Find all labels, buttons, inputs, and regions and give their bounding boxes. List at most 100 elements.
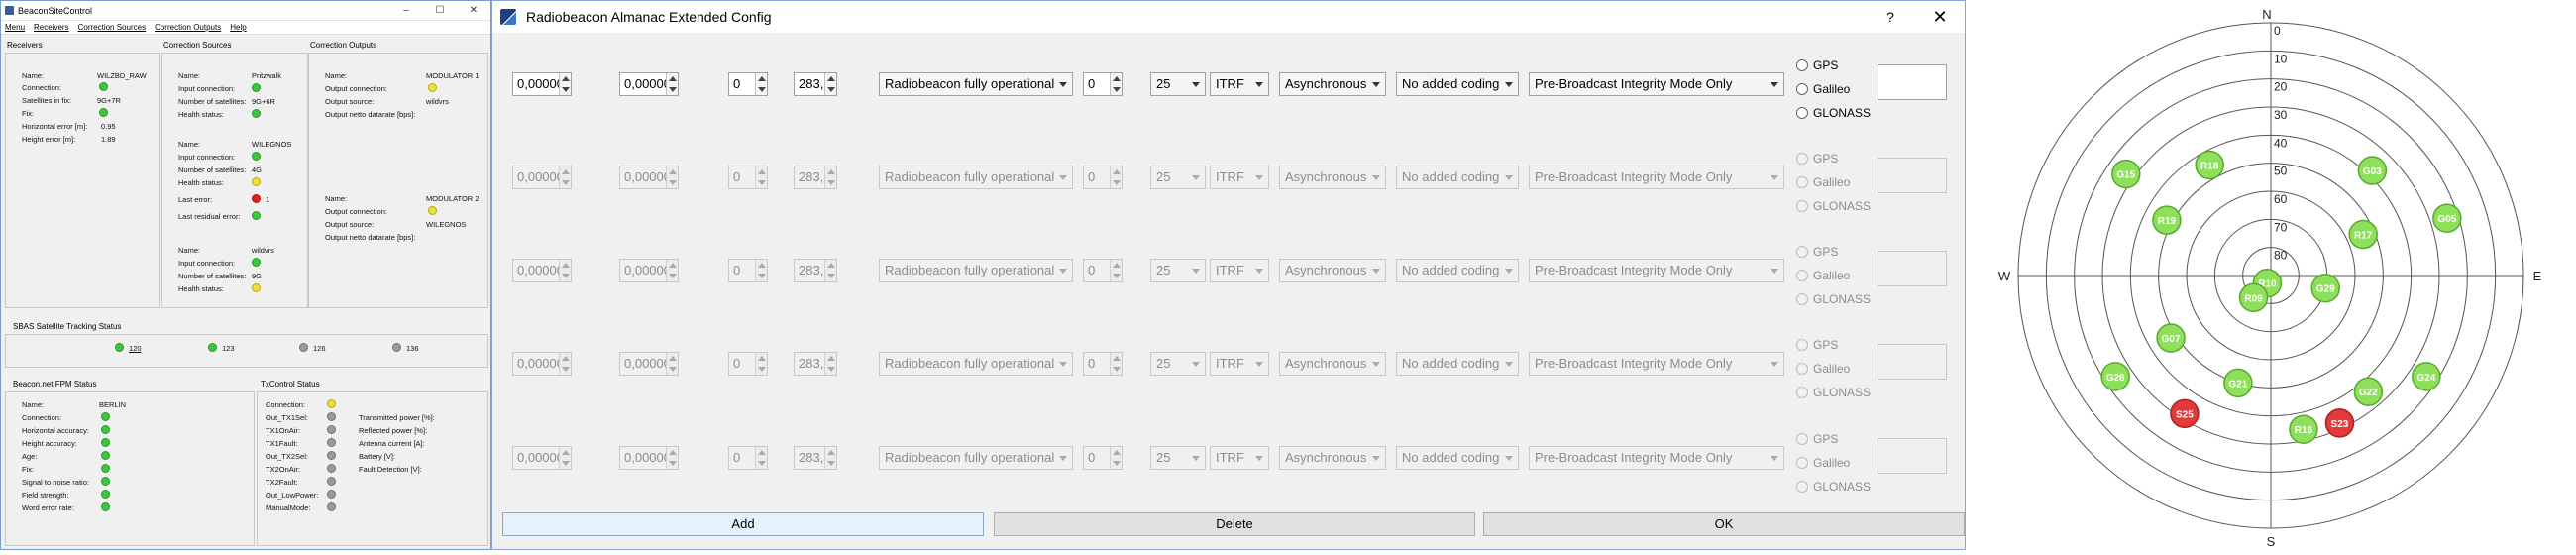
spin-arrows-icon[interactable] [824, 166, 836, 188]
sync-combo[interactable]: Asynchronous [1279, 259, 1386, 282]
frequency-spinbox[interactable]: 283,5 [794, 446, 837, 470]
coding-combo[interactable]: No added coding [1396, 166, 1519, 189]
gps-radio[interactable]: GPS [1796, 58, 1838, 72]
spin-arrows-icon[interactable] [1110, 447, 1122, 469]
spin-arrows-icon[interactable] [1110, 260, 1122, 281]
reference-frame-combo[interactable]: ITRF [1210, 166, 1269, 189]
longitude-spinbox[interactable]: 0,000000 [619, 446, 679, 470]
spin-arrows-icon[interactable] [1110, 73, 1122, 95]
coding-combo[interactable]: No added coding [1396, 446, 1519, 470]
health-combo[interactable]: Radiobeacon fully operational [879, 166, 1073, 189]
longitude-spinbox[interactable]: 0,000000 [619, 259, 679, 282]
latitude-spinbox[interactable]: 0,000000 [512, 259, 572, 282]
frequency-spinbox[interactable]: 283,5 [794, 166, 837, 189]
coding-combo[interactable]: No added coding [1396, 259, 1519, 282]
spin-arrows-icon[interactable] [559, 166, 571, 188]
health-combo[interactable]: Radiobeacon fully operational [879, 72, 1073, 96]
number-spinbox[interactable]: 0 [1083, 259, 1123, 282]
gps-radio[interactable]: GPS [1796, 152, 1838, 166]
longitude-spinbox[interactable]: 0,000000 [619, 166, 679, 189]
spin-arrows-icon[interactable] [666, 260, 678, 281]
extra-field[interactable] [1878, 438, 1947, 474]
number-spinbox[interactable]: 0 [1083, 352, 1123, 376]
station-id-spinbox[interactable]: 0 [728, 446, 768, 470]
menu-correction-sources[interactable]: Correction Sources [78, 23, 146, 32]
reference-frame-combo[interactable]: ITRF [1210, 72, 1269, 96]
number-spinbox[interactable]: 0 [1083, 72, 1123, 96]
sbas-label-120[interactable]: 120 [129, 344, 142, 353]
spin-arrows-icon[interactable] [559, 260, 571, 281]
menu-menu[interactable]: Menu [5, 23, 25, 32]
add-button[interactable]: Add [502, 512, 984, 536]
gps-radio[interactable]: GPS [1796, 245, 1838, 259]
spin-arrows-icon[interactable] [559, 353, 571, 375]
longitude-spinbox[interactable]: 0,000000 [619, 352, 679, 376]
reference-frame-combo[interactable]: ITRF [1210, 259, 1269, 282]
maximize-icon[interactable]: ☐ [423, 5, 457, 16]
spin-arrows-icon[interactable] [824, 447, 836, 469]
integrity-combo[interactable]: Pre-Broadcast Integrity Mode Only [1529, 259, 1784, 282]
coding-combo[interactable]: No added coding [1396, 72, 1519, 96]
gps-radio[interactable]: GPS [1796, 432, 1838, 446]
spin-arrows-icon[interactable] [755, 166, 767, 188]
galileo-radio[interactable]: Galileo [1796, 82, 1850, 96]
station-id-spinbox[interactable]: 0 [728, 166, 768, 189]
minimize-icon[interactable]: – [389, 5, 423, 16]
spin-arrows-icon[interactable] [559, 447, 571, 469]
integrity-combo[interactable]: Pre-Broadcast Integrity Mode Only [1529, 166, 1784, 189]
spin-arrows-icon[interactable] [1110, 353, 1122, 375]
sync-combo[interactable]: Asynchronous [1279, 352, 1386, 376]
bitrate-combo[interactable]: 25 [1150, 72, 1206, 96]
latitude-spinbox[interactable]: 0,000000 [512, 352, 572, 376]
glonass-radio[interactable]: GLONASS [1796, 480, 1871, 494]
spin-arrows-icon[interactable] [559, 73, 571, 95]
menu-receivers[interactable]: Receivers [34, 23, 69, 32]
menu-help[interactable]: Help [230, 23, 246, 32]
spin-arrows-icon[interactable] [755, 447, 767, 469]
delete-button[interactable]: Delete [994, 512, 1475, 536]
frequency-spinbox[interactable]: 283,5 [794, 72, 837, 96]
gps-radio[interactable]: GPS [1796, 338, 1838, 352]
galileo-radio[interactable]: Galileo [1796, 362, 1850, 376]
spin-arrows-icon[interactable] [1110, 166, 1122, 188]
spin-arrows-icon[interactable] [666, 447, 678, 469]
extra-field[interactable] [1878, 64, 1947, 100]
help-button[interactable]: ? [1866, 9, 1915, 25]
bitrate-combo[interactable]: 25 [1150, 446, 1206, 470]
glonass-radio[interactable]: GLONASS [1796, 292, 1871, 306]
spin-arrows-icon[interactable] [755, 260, 767, 281]
reference-frame-combo[interactable]: ITRF [1210, 446, 1269, 470]
bitrate-combo[interactable]: 25 [1150, 352, 1206, 376]
galileo-radio[interactable]: Galileo [1796, 269, 1850, 282]
spin-arrows-icon[interactable] [666, 353, 678, 375]
sync-combo[interactable]: Asynchronous [1279, 166, 1386, 189]
menu-correction-outputs[interactable]: Correction Outputs [155, 23, 221, 32]
coding-combo[interactable]: No added coding [1396, 352, 1519, 376]
sync-combo[interactable]: Asynchronous [1279, 446, 1386, 470]
station-id-spinbox[interactable]: 0 [728, 259, 768, 282]
spin-arrows-icon[interactable] [666, 166, 678, 188]
spin-arrows-icon[interactable] [824, 260, 836, 281]
station-id-spinbox[interactable]: 0 [728, 352, 768, 376]
latitude-spinbox[interactable]: 0,000000 [512, 446, 572, 470]
galileo-radio[interactable]: Galileo [1796, 456, 1850, 470]
spin-arrows-icon[interactable] [824, 73, 836, 95]
glonass-radio[interactable]: GLONASS [1796, 386, 1871, 399]
spin-arrows-icon[interactable] [755, 73, 767, 95]
latitude-spinbox[interactable]: 0,000000 [512, 72, 572, 96]
extra-field[interactable] [1878, 251, 1947, 286]
spin-arrows-icon[interactable] [666, 73, 678, 95]
latitude-spinbox[interactable]: 0,000000 [512, 166, 572, 189]
bitrate-combo[interactable]: 25 [1150, 259, 1206, 282]
bitrate-combo[interactable]: 25 [1150, 166, 1206, 189]
ok-button[interactable]: OK [1483, 512, 1965, 536]
glonass-radio[interactable]: GLONASS [1796, 199, 1871, 213]
station-id-spinbox[interactable]: 0 [728, 72, 768, 96]
integrity-combo[interactable]: Pre-Broadcast Integrity Mode Only [1529, 446, 1784, 470]
frequency-spinbox[interactable]: 283,5 [794, 259, 837, 282]
sync-combo[interactable]: Asynchronous [1279, 72, 1386, 96]
close-icon[interactable]: ✕ [457, 5, 490, 16]
health-combo[interactable]: Radiobeacon fully operational [879, 446, 1073, 470]
integrity-combo[interactable]: Pre-Broadcast Integrity Mode Only [1529, 72, 1784, 96]
galileo-radio[interactable]: Galileo [1796, 175, 1850, 189]
